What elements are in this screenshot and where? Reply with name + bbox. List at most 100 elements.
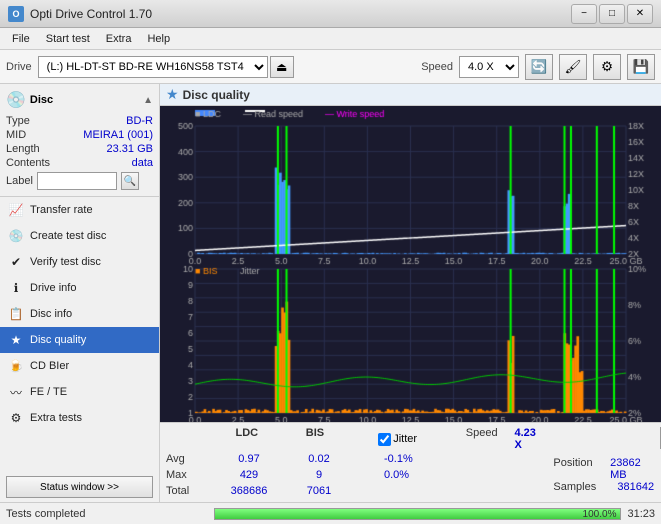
window-controls: − □ ✕ bbox=[571, 4, 653, 24]
status-text: Tests completed bbox=[6, 508, 208, 520]
status-window-button[interactable]: Status window >> bbox=[6, 476, 153, 498]
progress-bar bbox=[215, 509, 620, 519]
drive-info-icon: ℹ bbox=[8, 280, 24, 296]
sidebar-item-label: FE / TE bbox=[30, 386, 67, 398]
total-bis: 7061 bbox=[284, 485, 354, 497]
max-jitter: 0.0% bbox=[384, 469, 474, 481]
samples-label: Samples bbox=[553, 481, 613, 493]
settings-button1[interactable]: 🖌 bbox=[559, 54, 587, 80]
disc-quality-header: ★ Disc quality bbox=[160, 84, 661, 106]
disc-contents-label: Contents bbox=[6, 157, 50, 169]
avg-ldc: 0.97 bbox=[214, 453, 284, 465]
disc-quality-header-icon: ★ bbox=[166, 86, 179, 103]
disc-mid-row: MID MEIRA1 (001) bbox=[6, 128, 153, 142]
speed-select[interactable]: 4.0 X bbox=[459, 56, 519, 78]
create-test-disc-icon: 💿 bbox=[8, 228, 24, 244]
total-ldc: 368686 bbox=[214, 485, 284, 497]
sidebar-item-label: Extra tests bbox=[30, 412, 82, 424]
nav-items: 📈 Transfer rate 💿 Create test disc ✔ Ver… bbox=[0, 197, 159, 431]
stats-footer: LDC BIS Jitter Speed 4.23 X Avg 0.97 0 bbox=[160, 422, 661, 502]
disc-contents-value: data bbox=[132, 157, 153, 169]
position-label: Position bbox=[553, 457, 606, 481]
content-area: ★ Disc quality LDC BIS Jitt bbox=[160, 84, 661, 502]
sidebar-item-transfer-rate[interactable]: 📈 Transfer rate bbox=[0, 197, 159, 223]
jitter-checkbox[interactable] bbox=[378, 433, 391, 446]
disc-header: 💿 Disc ▲ bbox=[6, 90, 153, 110]
settings-button2[interactable]: ⚙ bbox=[593, 54, 621, 80]
disc-label-label: Label bbox=[6, 175, 33, 187]
sidebar-item-label: CD BIer bbox=[30, 360, 69, 372]
bis-col-header: BIS bbox=[281, 427, 349, 451]
disc-label-button[interactable]: 🔍 bbox=[121, 172, 139, 190]
app-title: Opti Drive Control 1.70 bbox=[30, 7, 571, 21]
fe-te-icon: 〰 bbox=[8, 384, 24, 400]
charts-container bbox=[160, 106, 661, 422]
drive-select[interactable]: (L:) HL-DT-ST BD-RE WH16NS58 TST4 bbox=[38, 56, 268, 78]
maximize-button[interactable]: □ bbox=[599, 4, 625, 24]
disc-title: Disc bbox=[30, 94, 53, 106]
max-ldc: 429 bbox=[214, 469, 284, 481]
total-label: Total bbox=[166, 485, 214, 497]
main-layout: 💿 Disc ▲ Type BD-R MID MEIRA1 (001) Leng… bbox=[0, 84, 661, 502]
disc-quality-chart bbox=[160, 106, 661, 422]
sidebar-item-cd-bier[interactable]: 🍺 CD BIer bbox=[0, 353, 159, 379]
disc-panel: 💿 Disc ▲ Type BD-R MID MEIRA1 (001) Leng… bbox=[0, 84, 159, 197]
disc-type-value: BD-R bbox=[126, 115, 153, 127]
disc-length-label: Length bbox=[6, 143, 40, 155]
sidebar-item-label: Verify test disc bbox=[30, 256, 101, 268]
minimize-button[interactable]: − bbox=[571, 4, 597, 24]
menu-extra[interactable]: Extra bbox=[98, 31, 140, 47]
disc-label-row: Label 🔍 bbox=[6, 172, 153, 190]
sidebar-item-label: Transfer rate bbox=[30, 204, 93, 216]
refresh-button[interactable]: 🔄 bbox=[525, 54, 553, 80]
sidebar-item-fe-te[interactable]: 〰 FE / TE bbox=[0, 379, 159, 405]
save-button[interactable]: 💾 bbox=[627, 54, 655, 80]
sidebar-item-label: Disc info bbox=[30, 308, 72, 320]
drive-label: Drive bbox=[6, 61, 32, 73]
sidebar-item-disc-quality[interactable]: ★ Disc quality bbox=[0, 327, 159, 353]
verify-test-disc-icon: ✔ bbox=[8, 254, 24, 270]
avg-label: Avg bbox=[166, 453, 214, 465]
disc-info-icon: 📋 bbox=[8, 306, 24, 322]
progress-bar-container: 100.0% bbox=[214, 508, 621, 520]
avg-bis: 0.02 bbox=[284, 453, 354, 465]
menu-file[interactable]: File bbox=[4, 31, 38, 47]
time-text: 31:23 bbox=[627, 508, 655, 520]
close-button[interactable]: ✕ bbox=[627, 4, 653, 24]
menu-bar: File Start test Extra Help bbox=[0, 28, 661, 50]
max-bis: 9 bbox=[284, 469, 354, 481]
sidebar-item-extra-tests[interactable]: ⚙ Extra tests bbox=[0, 405, 159, 431]
speed-value: 4.23 X bbox=[514, 427, 545, 451]
title-bar: O Opti Drive Control 1.70 − □ ✕ bbox=[0, 0, 661, 28]
sidebar-item-verify-test-disc[interactable]: ✔ Verify test disc bbox=[0, 249, 159, 275]
drive-container: (L:) HL-DT-ST BD-RE WH16NS58 TST4 ⏏ bbox=[38, 56, 412, 78]
disc-mid-label: MID bbox=[6, 129, 26, 141]
disc-quality-icon: ★ bbox=[8, 332, 24, 348]
max-label: Max bbox=[166, 469, 214, 481]
sidebar-item-drive-info[interactable]: ℹ Drive info bbox=[0, 275, 159, 301]
ldc-col-header: LDC bbox=[213, 427, 281, 451]
speed-label: Speed bbox=[466, 427, 515, 451]
disc-type-row: Type BD-R bbox=[6, 114, 153, 128]
extra-tests-icon: ⚙ bbox=[8, 410, 24, 426]
bottom-status-bar: Tests completed 100.0% 31:23 bbox=[0, 502, 661, 524]
disc-type-label: Type bbox=[6, 115, 30, 127]
menu-start-test[interactable]: Start test bbox=[38, 31, 98, 47]
disc-quality-title: Disc quality bbox=[183, 88, 250, 102]
transfer-rate-icon: 📈 bbox=[8, 202, 24, 218]
sidebar-item-disc-info[interactable]: 📋 Disc info bbox=[0, 301, 159, 327]
menu-help[interactable]: Help bbox=[139, 31, 178, 47]
disc-length-row: Length 23.31 GB bbox=[6, 142, 153, 156]
disc-label-input[interactable] bbox=[37, 172, 117, 190]
jitter-label: Jitter bbox=[393, 433, 417, 445]
sidebar-item-label: Create test disc bbox=[30, 230, 106, 242]
avg-jitter: -0.1% bbox=[384, 453, 474, 465]
sidebar-item-label: Disc quality bbox=[30, 334, 86, 346]
progress-text: 100.0% bbox=[583, 509, 617, 521]
toolbar: Drive (L:) HL-DT-ST BD-RE WH16NS58 TST4 … bbox=[0, 50, 661, 84]
eject-button[interactable]: ⏏ bbox=[270, 56, 294, 78]
samples-value: 381642 bbox=[617, 481, 654, 493]
app-icon: O bbox=[8, 6, 24, 22]
sidebar-item-create-test-disc[interactable]: 💿 Create test disc bbox=[0, 223, 159, 249]
disc-contents-row: Contents data bbox=[6, 156, 153, 170]
